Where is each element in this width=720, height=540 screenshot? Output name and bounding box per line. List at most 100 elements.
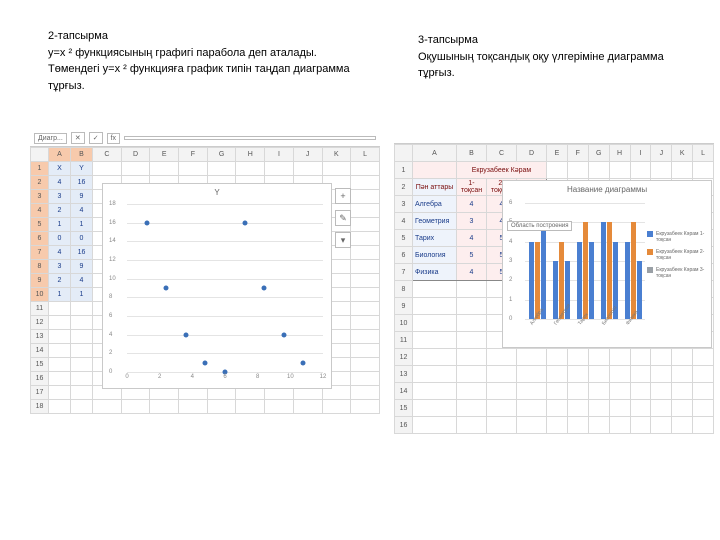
row-header[interactable]: 11 xyxy=(31,302,49,316)
cell[interactable]: 4 xyxy=(457,196,487,213)
cell[interactable] xyxy=(588,400,609,417)
cell[interactable] xyxy=(49,316,71,330)
row-header[interactable]: 7 xyxy=(395,264,413,281)
corner-cell[interactable] xyxy=(31,148,49,162)
row-header[interactable]: 8 xyxy=(31,260,49,274)
cell[interactable] xyxy=(93,162,122,176)
cell[interactable] xyxy=(413,298,457,315)
cell[interactable] xyxy=(672,417,693,434)
cell[interactable] xyxy=(236,400,265,414)
cell[interactable] xyxy=(71,372,93,386)
cell[interactable] xyxy=(693,349,714,366)
table-row[interactable]: 16 xyxy=(395,417,714,434)
cell[interactable]: 0 xyxy=(71,232,93,246)
cell[interactable] xyxy=(265,162,294,176)
cell[interactable] xyxy=(121,162,150,176)
cell[interactable] xyxy=(609,400,630,417)
cell[interactable] xyxy=(49,400,71,414)
cell[interactable] xyxy=(351,232,380,246)
cell[interactable] xyxy=(49,302,71,316)
cell[interactable] xyxy=(351,176,380,190)
cell[interactable] xyxy=(651,349,672,366)
row-header[interactable]: 16 xyxy=(395,417,413,434)
cell[interactable] xyxy=(487,400,517,417)
cell[interactable] xyxy=(207,400,236,414)
col-header[interactable]: L xyxy=(351,148,380,162)
row-header[interactable]: 5 xyxy=(31,218,49,232)
cell[interactable] xyxy=(351,302,380,316)
row-header[interactable]: 2 xyxy=(395,179,413,196)
cell[interactable]: Y xyxy=(71,162,93,176)
cell[interactable] xyxy=(487,366,517,383)
col-header[interactable]: A xyxy=(413,145,457,162)
cell[interactable] xyxy=(413,281,457,298)
cell[interactable] xyxy=(49,330,71,344)
cell[interactable] xyxy=(547,417,568,434)
cell[interactable]: 16 xyxy=(71,176,93,190)
col-header[interactable]: L xyxy=(693,145,714,162)
formula-input[interactable] xyxy=(124,136,376,140)
cell[interactable]: 3 xyxy=(49,260,71,274)
table-row[interactable]: 15 xyxy=(395,400,714,417)
fx-label[interactable]: fx xyxy=(107,133,120,144)
cell[interactable] xyxy=(49,372,71,386)
row-header[interactable]: 3 xyxy=(31,190,49,204)
col-header[interactable]: G xyxy=(588,145,609,162)
cell[interactable] xyxy=(293,162,322,176)
cell[interactable] xyxy=(672,383,693,400)
cell[interactable] xyxy=(351,316,380,330)
cell[interactable] xyxy=(651,383,672,400)
col-header[interactable]: E xyxy=(547,145,568,162)
cell[interactable] xyxy=(567,417,588,434)
cell[interactable] xyxy=(651,400,672,417)
row-header[interactable]: 15 xyxy=(31,358,49,372)
scatter-chart[interactable]: Y 024681012141618 024681012 + ✎ ▾ xyxy=(102,183,332,389)
cell[interactable] xyxy=(609,417,630,434)
cell[interactable] xyxy=(322,400,351,414)
cell[interactable] xyxy=(322,162,351,176)
cell[interactable] xyxy=(547,349,568,366)
cell[interactable] xyxy=(693,400,714,417)
cell[interactable] xyxy=(413,400,457,417)
cell[interactable] xyxy=(413,162,457,179)
col-header[interactable]: F xyxy=(567,145,588,162)
cell[interactable] xyxy=(517,400,547,417)
cell[interactable] xyxy=(487,383,517,400)
cell[interactable] xyxy=(207,162,236,176)
cell[interactable] xyxy=(567,366,588,383)
cell[interactable] xyxy=(457,417,487,434)
row-header[interactable]: 13 xyxy=(395,366,413,383)
left-spreadsheet[interactable]: A B C D E F G H I J K L 1XY2416339424511… xyxy=(30,147,380,414)
cell[interactable] xyxy=(457,400,487,417)
row-header[interactable]: 12 xyxy=(31,316,49,330)
col-header[interactable]: K xyxy=(322,148,351,162)
cell[interactable] xyxy=(179,162,208,176)
col-header[interactable]: C xyxy=(93,148,122,162)
cell[interactable] xyxy=(693,417,714,434)
cell[interactable] xyxy=(413,349,457,366)
cell[interactable] xyxy=(49,358,71,372)
cell[interactable] xyxy=(71,344,93,358)
cell[interactable] xyxy=(351,400,380,414)
cell[interactable] xyxy=(609,383,630,400)
cell[interactable] xyxy=(413,417,457,434)
cell[interactable] xyxy=(630,400,651,417)
cell[interactable] xyxy=(351,344,380,358)
cell[interactable]: Алгебра xyxy=(413,196,457,213)
cell[interactable] xyxy=(609,349,630,366)
row-header[interactable]: 6 xyxy=(31,232,49,246)
cell[interactable] xyxy=(457,332,487,349)
cell[interactable] xyxy=(457,298,487,315)
row-header[interactable]: 4 xyxy=(31,204,49,218)
cell[interactable]: 4 xyxy=(49,246,71,260)
bar-chart[interactable]: Название диаграммы 0123456АлгебраГеометр… xyxy=(502,180,712,348)
col-header[interactable]: B xyxy=(457,145,487,162)
cell[interactable] xyxy=(351,274,380,288)
cell[interactable]: 2 xyxy=(49,204,71,218)
cell[interactable] xyxy=(265,400,294,414)
row-header[interactable]: 5 xyxy=(395,230,413,247)
row-header[interactable]: 7 xyxy=(31,246,49,260)
cell[interactable] xyxy=(630,366,651,383)
col-header[interactable]: D xyxy=(517,145,547,162)
cell[interactable] xyxy=(517,366,547,383)
